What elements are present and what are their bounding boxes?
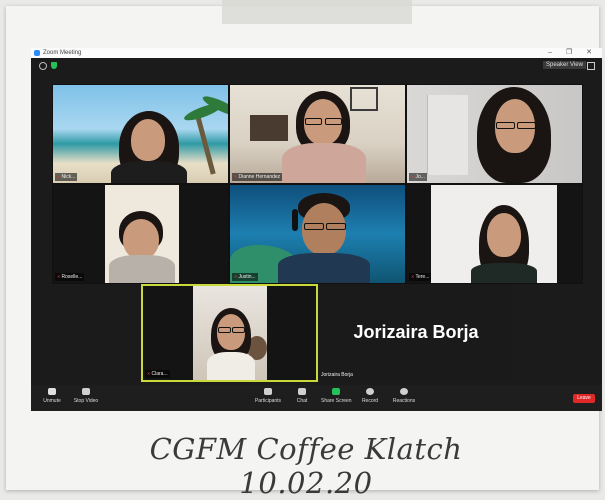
participant-display-name: Jorizaira Borja — [353, 321, 479, 342]
participant-face — [487, 213, 521, 257]
chat-button[interactable]: Chat — [287, 388, 317, 404]
microphone-muted-icon — [48, 388, 56, 395]
zoom-app-icon — [34, 50, 40, 56]
video-tile-2[interactable]: Dianne Hernandez — [229, 84, 406, 184]
participant-name: Dianne Hernandez — [232, 173, 283, 181]
shield-icon[interactable] — [51, 62, 57, 69]
unmute-button[interactable]: Unmute — [37, 388, 67, 404]
participants-button[interactable]: Participants — [253, 388, 283, 404]
title-bar: Zoom Meeting – ❐ ✕ — [31, 48, 602, 58]
participant-name: Nick... — [55, 173, 78, 181]
participant-face — [131, 119, 165, 161]
palm-tree — [195, 115, 216, 175]
video-tile-7-active-speaker[interactable]: Clara... — [141, 284, 318, 382]
handwritten-caption: CGFM Coffee Klatch 10.02.20 — [149, 432, 463, 500]
wall-frame — [350, 87, 378, 111]
video-camera-icon — [82, 388, 90, 395]
participant-name: Justin... — [232, 273, 258, 281]
video-tile-3[interactable]: Jo... — [406, 84, 583, 184]
fullscreen-icon[interactable] — [587, 62, 595, 70]
participant-name: Clara... — [145, 370, 170, 378]
stop-video-button[interactable]: Stop Video — [71, 388, 101, 404]
record-icon — [366, 388, 374, 395]
participants-icon — [264, 388, 272, 395]
info-icon[interactable] — [39, 62, 47, 70]
participant-name: Roselle... — [55, 273, 85, 281]
participant-name: Jo... — [409, 173, 427, 181]
video-tile-5[interactable]: Justin... — [229, 184, 406, 284]
video-off-tile[interactable]: Jorizaira Borja Jorizaira Borja — [319, 284, 513, 380]
headphones — [292, 209, 298, 231]
video-tile-1[interactable]: Nick... — [52, 84, 229, 184]
tape — [222, 0, 412, 24]
video-tile-6[interactable]: Tere... — [406, 184, 583, 284]
window-controls[interactable]: – ❐ ✕ — [548, 48, 598, 58]
share-screen-icon — [332, 388, 340, 395]
meeting-toolbar: Unmute Stop Video Participants Chat Shar… — [31, 385, 602, 411]
share-screen-button[interactable]: Share Screen — [321, 388, 352, 404]
speaker-view-button[interactable]: Speaker View — [543, 61, 586, 69]
wall-frame — [250, 115, 288, 141]
window-title: Zoom Meeting — [43, 50, 82, 56]
smiley-icon — [400, 388, 408, 395]
participant-face — [123, 219, 159, 259]
zoom-window: Zoom Meeting – ❐ ✕ Speaker View Nick... … — [31, 48, 602, 411]
participant-name: Tere... — [409, 273, 432, 281]
leave-button[interactable]: Leave — [573, 394, 595, 403]
meeting-top-strip: Speaker View — [31, 58, 602, 72]
chat-icon — [298, 388, 306, 395]
participant-name: Jorizaira Borja — [321, 372, 353, 378]
reactions-button[interactable]: Reactions — [389, 388, 419, 404]
video-tile-4[interactable]: Roselle... — [52, 184, 229, 284]
record-button[interactable]: Record — [355, 388, 385, 404]
